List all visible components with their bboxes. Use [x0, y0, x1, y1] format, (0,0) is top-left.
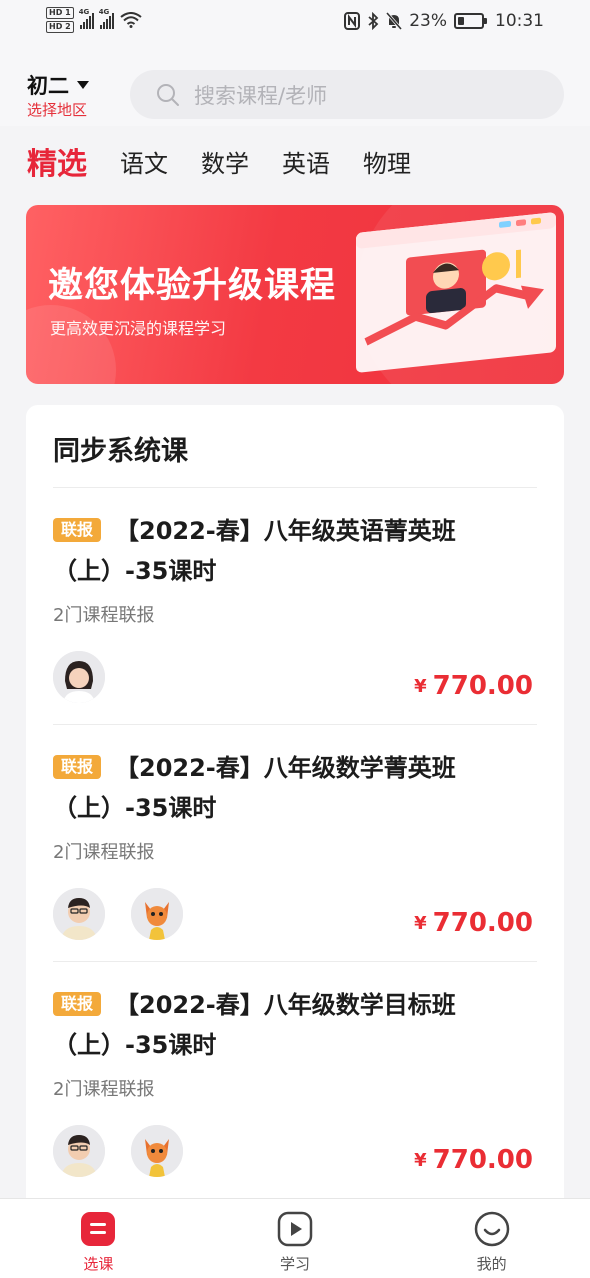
status-bar: HD 1 HD 2 4G 4G 23% 10:31	[0, 0, 590, 46]
mascot-avatar	[131, 888, 183, 940]
course-item[interactable]: 联报 【2022-春】八年级数学目标班（上）-35课时 2门课程联报 ¥ 770…	[53, 985, 537, 1205]
price-symbol: ¥	[414, 1150, 427, 1171]
course-title: 联报 【2022-春】八年级数学菁英班（上）-35课时	[53, 748, 537, 828]
course-item[interactable]: 联报 【2022-春】八年级数学菁英班（上）-35课时 2门课程联报 ¥ 770…	[53, 748, 537, 968]
bottom-nav: 选课 学习 我的	[0, 1198, 590, 1278]
divider	[53, 724, 537, 725]
course-subtitle: 2门课程联报	[53, 842, 155, 863]
teacher-avatars	[53, 1125, 183, 1177]
banner-title: 邀您体验升级课程	[48, 266, 337, 306]
tab-math[interactable]: 数学	[201, 144, 249, 179]
course-price: ¥770.00	[414, 908, 533, 938]
nav-study[interactable]: 学习	[197, 1199, 394, 1278]
region-selector[interactable]: 选择地区	[27, 99, 87, 120]
play-icon	[277, 1211, 313, 1247]
search-input[interactable]: 搜索课程/老师	[130, 70, 564, 119]
nav-label: 选课	[83, 1255, 114, 1273]
nav-profile[interactable]: 我的	[393, 1199, 590, 1278]
bluetooth-icon	[368, 12, 379, 30]
divider	[53, 961, 537, 962]
course-title-text: 【2022-春】八年级数学目标班（上）-35课时	[53, 991, 456, 1059]
price-symbol: ¥	[414, 676, 427, 697]
course-select-icon	[81, 1212, 116, 1246]
tab-english[interactable]: 英语	[282, 144, 330, 179]
hd2-badge: HD 2	[46, 21, 74, 33]
hd-indicators: HD 1 HD 2	[46, 7, 74, 33]
banner-subtitle: 更高效更沉浸的课程学习	[50, 319, 227, 338]
course-price: ¥770.00	[414, 671, 533, 701]
teacher-male-avatar	[53, 1125, 105, 1177]
battery-icon	[454, 13, 487, 29]
course-title: 联报 【2022-春】八年级数学目标班（上）-35课时	[53, 985, 537, 1065]
teacher-avatars	[53, 888, 183, 940]
course-item[interactable]: 联报 【2022-春】八年级英语菁英班（上）-35课时 2门课程联报 ¥770.0…	[53, 511, 537, 731]
divider	[53, 487, 537, 488]
battery-text: 23%	[409, 11, 447, 31]
profile-smile-icon	[474, 1211, 509, 1247]
price-value: 770.00	[432, 671, 533, 701]
teacher-female-avatar	[53, 651, 105, 703]
price-symbol: ¥	[414, 913, 427, 934]
status-right: 23% 10:31	[344, 11, 544, 31]
top-header: 初二 选择地区 搜索课程/老师	[0, 46, 590, 126]
course-price: ¥770.00	[414, 1145, 533, 1175]
section-title: 同步系统课	[53, 436, 188, 467]
course-card: 同步系统课 联报 【2022-春】八年级英语菁英班（上）-35课时 2门课程联报 …	[26, 405, 564, 1235]
signal-icon-2: 4G	[98, 8, 114, 29]
nfc-icon	[344, 12, 361, 30]
subject-tabs: 精选 语文 数学 英语 物理	[0, 126, 590, 196]
price-value: 770.00	[432, 908, 533, 938]
bundle-badge: 联报	[53, 992, 102, 1016]
grade-label: 初二	[27, 74, 69, 98]
search-placeholder: 搜索课程/老师	[194, 83, 328, 108]
nav-course-select[interactable]: 选课	[0, 1199, 197, 1278]
course-subtitle: 2门课程联报	[53, 1079, 155, 1100]
course-title-text: 【2022-春】八年级数学菁英班（上）-35课时	[53, 754, 456, 822]
tab-chinese[interactable]: 语文	[120, 144, 168, 179]
teacher-male-avatar	[53, 888, 105, 940]
signal-icon: 4G	[78, 8, 94, 29]
course-title: 联报 【2022-春】八年级英语菁英班（上）-35课时	[53, 511, 537, 591]
nav-label: 学习	[280, 1255, 311, 1273]
search-icon	[157, 83, 179, 106]
bundle-badge: 联报	[53, 518, 102, 542]
bundle-badge: 联报	[53, 755, 102, 779]
tab-physics[interactable]: 物理	[363, 144, 411, 179]
teacher-avatars	[53, 651, 105, 703]
hd1-badge: HD 1	[46, 7, 74, 19]
net1-label: 4G	[78, 8, 90, 16]
status-left: HD 1 HD 2 4G 4G	[46, 7, 142, 33]
promo-banner[interactable]: 邀您体验升级课程 更高效更沉浸的课程学习	[26, 205, 564, 384]
battery-fill	[458, 17, 464, 25]
grade-selector[interactable]: 初二	[27, 70, 89, 100]
mute-bell-icon	[386, 12, 403, 30]
course-title-text: 【2022-春】八年级英语菁英班（上）-35课时	[53, 517, 456, 585]
nav-label: 我的	[476, 1255, 507, 1273]
price-value: 770.00	[432, 1145, 533, 1175]
tab-featured[interactable]: 精选	[27, 139, 87, 183]
caret-down-icon	[77, 81, 89, 89]
course-subtitle: 2门课程联报	[53, 605, 155, 626]
wifi-icon	[120, 12, 142, 28]
mascot-avatar	[131, 1125, 183, 1177]
net2-label: 4G	[98, 8, 110, 16]
status-time: 10:31	[495, 11, 544, 31]
